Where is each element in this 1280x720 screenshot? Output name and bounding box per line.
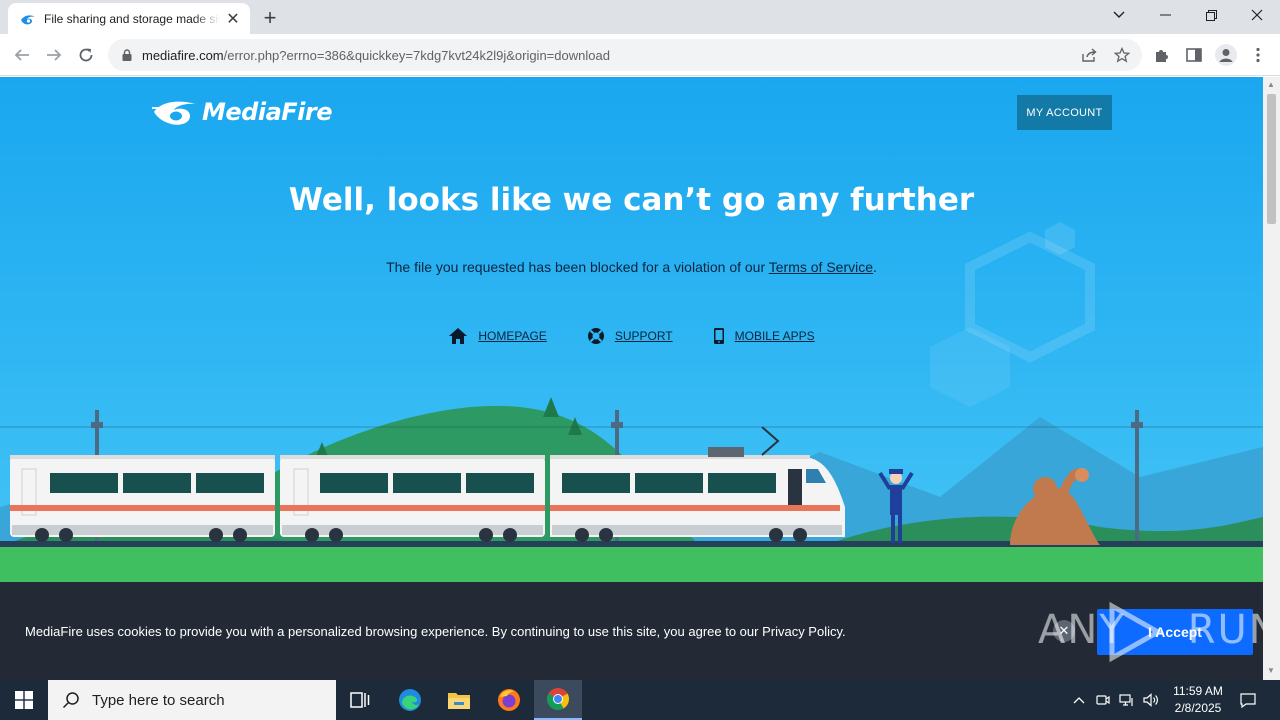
- page-viewport: MediaFire MY ACCOUNT Well, looks like we…: [0, 77, 1263, 680]
- chrome-menu-icon[interactable]: [1245, 42, 1271, 68]
- mediafire-favicon-icon: [21, 14, 35, 24]
- tab-close-icon[interactable]: ✕: [224, 10, 242, 28]
- lock-icon[interactable]: [120, 48, 134, 62]
- homepage-link-label: HOMEPAGE: [478, 329, 547, 343]
- minimize-button[interactable]: [1142, 0, 1188, 30]
- reload-button[interactable]: [72, 41, 100, 69]
- chrome-icon: [547, 688, 569, 710]
- mobile-apps-link-label: MOBILE APPS: [734, 329, 815, 343]
- search-icon: [62, 692, 79, 709]
- my-account-button[interactable]: MY ACCOUNT: [1017, 95, 1112, 130]
- browser-toolbar: mediafire.com/error.php?errno=386&quickk…: [0, 34, 1280, 76]
- clock-date: 2/8/2025: [1174, 701, 1222, 715]
- homepage-link[interactable]: HOMEPAGE: [448, 327, 547, 345]
- lifebuoy-icon: [587, 328, 604, 344]
- support-link-label: SUPPORT: [614, 329, 673, 343]
- side-panel-icon[interactable]: [1181, 42, 1207, 68]
- file-explorer-taskbar-button[interactable]: [435, 680, 483, 720]
- task-view-icon: [350, 692, 370, 708]
- back-arrow-icon: [14, 49, 29, 61]
- terms-of-service-link[interactable]: Terms of Service: [769, 259, 873, 275]
- page-scrollbar[interactable]: ▲ ▼: [1263, 77, 1280, 680]
- scroll-down-arrow-icon[interactable]: ▼: [1267, 666, 1275, 675]
- windows-taskbar: Type here to search 11:59 AM 2/8/2025: [0, 680, 1280, 720]
- mediafire-flame-icon: [152, 101, 196, 125]
- new-tab-button[interactable]: +: [258, 5, 282, 30]
- windows-logo-icon: [15, 691, 33, 709]
- scrollbar-thumb[interactable]: [1267, 94, 1276, 224]
- mobile-phone-icon: [713, 328, 724, 344]
- restore-button[interactable]: [1188, 0, 1234, 30]
- bookmark-star-icon[interactable]: [1108, 39, 1136, 71]
- home-icon: [449, 328, 468, 344]
- close-window-button[interactable]: [1234, 0, 1280, 30]
- url-text: mediafire.com/error.php?errno=386&quickk…: [142, 48, 610, 63]
- url-host: mediafire.com: [142, 47, 224, 63]
- share-icon[interactable]: [1076, 39, 1104, 71]
- reload-icon: [79, 48, 93, 62]
- taskbar-search-box[interactable]: Type here to search: [48, 680, 336, 720]
- firefox-icon: [498, 689, 520, 711]
- url-path: /error.php?errno=386&quickkey=7kdg7kvt24…: [223, 47, 610, 63]
- browser-titlebar: File sharing and storage made simple ✕ +: [0, 0, 1280, 34]
- folder-icon: [448, 693, 470, 709]
- train-illustration: [0, 397, 1263, 587]
- help-links: HOMEPAGE SUPPORT MOBILE APPS: [0, 327, 1263, 345]
- tab-search-chevron-icon[interactable]: [1096, 0, 1142, 30]
- edge-icon: [399, 689, 421, 711]
- mediafire-logo[interactable]: MediaFire: [152, 97, 333, 127]
- anyrun-play-icon: [1109, 602, 1162, 662]
- mobile-apps-link[interactable]: MOBILE APPS: [713, 327, 815, 345]
- support-link[interactable]: SUPPORT: [587, 327, 673, 345]
- profile-avatar-icon[interactable]: [1213, 42, 1239, 68]
- meet-now-icon[interactable]: [1092, 680, 1114, 720]
- blocked-message-end: .: [873, 259, 877, 275]
- forward-arrow-icon: [47, 49, 62, 61]
- start-button[interactable]: [0, 680, 48, 720]
- blocked-message-text: The file you requested has been blocked …: [386, 259, 769, 275]
- extensions-icon[interactable]: [1149, 42, 1175, 68]
- volume-icon[interactable]: [1140, 680, 1162, 720]
- notifications-icon[interactable]: [1236, 680, 1260, 720]
- tree-icon: [543, 397, 559, 417]
- forward-button[interactable]: [40, 41, 68, 69]
- search-placeholder: Type here to search: [92, 691, 225, 709]
- scroll-up-arrow-icon[interactable]: ▲: [1267, 80, 1275, 89]
- cookie-text: MediaFire uses cookies to provide you wi…: [25, 624, 846, 639]
- page-headline: Well, looks like we can’t go any further: [288, 182, 975, 218]
- address-bar[interactable]: mediafire.com/error.php?errno=386&quickk…: [108, 39, 1142, 71]
- clock-time: 11:59 AM: [1173, 684, 1223, 698]
- firefox-taskbar-button[interactable]: [485, 680, 533, 720]
- cookie-consent-bar: MediaFire uses cookies to provide you wi…: [0, 582, 1263, 680]
- tab-title: File sharing and storage made simple: [44, 11, 220, 26]
- task-view-button[interactable]: [336, 680, 384, 720]
- browser-tab[interactable]: File sharing and storage made simple ✕: [8, 3, 250, 34]
- network-icon[interactable]: [1116, 680, 1138, 720]
- watermark-right: RUN: [1187, 607, 1263, 653]
- show-hidden-icons-chevron-icon[interactable]: [1068, 680, 1090, 720]
- back-button[interactable]: [8, 41, 36, 69]
- taskbar-clock[interactable]: 11:59 AM 2/8/2025: [1160, 683, 1236, 717]
- edge-taskbar-button[interactable]: [386, 680, 434, 720]
- grass-strip: [0, 547, 1263, 587]
- logo-text: MediaFire: [202, 98, 333, 126]
- blocked-message: The file you requested has been blocked …: [0, 259, 1263, 275]
- chrome-taskbar-button[interactable]: [534, 680, 582, 720]
